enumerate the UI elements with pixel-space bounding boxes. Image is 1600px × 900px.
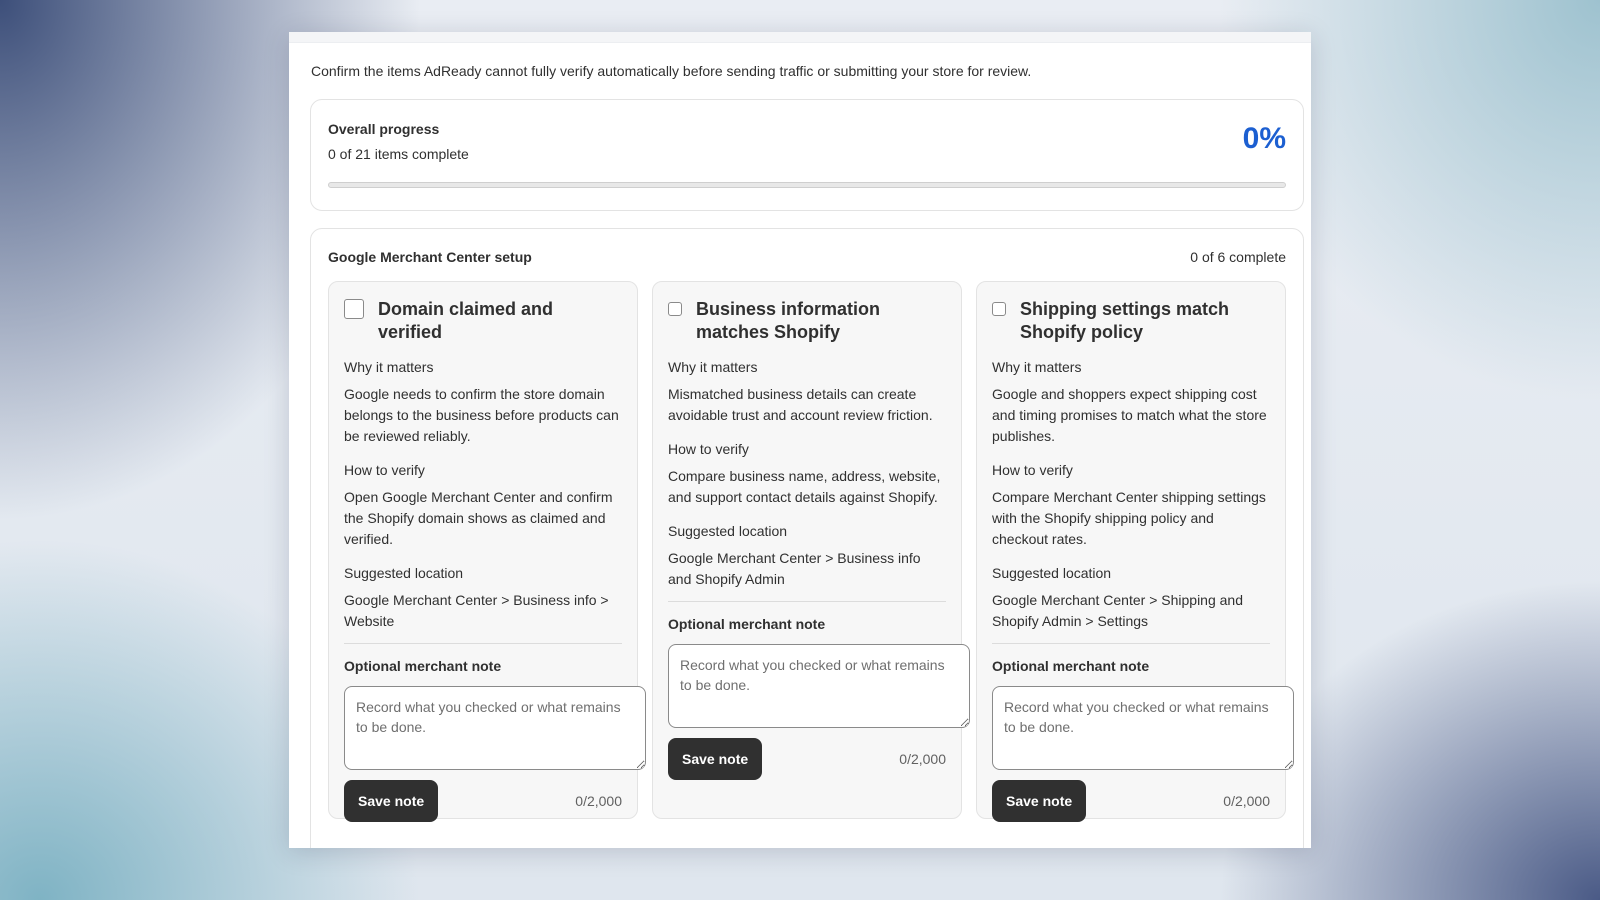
item-title: Shipping settings match Shopify policy <box>1020 299 1230 342</box>
progress-bar <box>328 182 1286 188</box>
save-note-button[interactable]: Save note <box>668 738 763 780</box>
character-counter: 0/2,000 <box>899 751 946 767</box>
why-label: Why it matters <box>344 359 434 375</box>
section-title: Google Merchant Center setup <box>328 249 532 265</box>
overall-progress-card: Overall progress 0 of 21 items complete … <box>310 99 1304 211</box>
checklist-item-shipping: Shipping settings match Shopify policy W… <box>976 281 1294 822</box>
how-text: Compare business name, address, website,… <box>668 468 941 505</box>
why-label: Why it matters <box>668 359 758 375</box>
why-label: Why it matters <box>992 359 1082 375</box>
intro-text: Confirm the items AdReady cannot fully v… <box>311 63 1032 79</box>
section-count: 0 of 6 complete <box>1190 249 1286 265</box>
note-label: Optional merchant note <box>668 616 826 632</box>
note-label: Optional merchant note <box>992 658 1150 674</box>
item-checkbox[interactable] <box>992 302 1006 316</box>
character-counter: 0/2,000 <box>1223 793 1270 809</box>
merchant-note-input[interactable] <box>344 686 646 770</box>
divider <box>992 643 1270 644</box>
how-label: How to verify <box>344 462 425 478</box>
how-label: How to verify <box>992 462 1073 478</box>
progress-count: 0 of 21 items complete <box>328 146 469 162</box>
location-label: Suggested location <box>992 565 1112 581</box>
checklist-item-domain: Domain claimed and verified Why it matte… <box>328 281 646 822</box>
location-text: Google Merchant Center > Shipping and Sh… <box>992 592 1243 629</box>
merchant-note-input[interactable] <box>668 644 970 728</box>
location-label: Suggested location <box>668 523 788 539</box>
item-title: Domain claimed and verified <box>378 299 554 342</box>
item-title: Business information matches Shopify <box>696 299 881 342</box>
window-top-edge <box>289 32 1311 43</box>
merchant-center-section: Google Merchant Center setup 0 of 6 comp… <box>310 228 1304 848</box>
note-label: Optional merchant note <box>344 658 502 674</box>
save-note-button[interactable]: Save note <box>344 780 439 822</box>
why-text: Google and shoppers expect shipping cost… <box>992 386 1267 444</box>
divider <box>668 601 946 602</box>
checklist-item-business-info: Business information matches Shopify Why… <box>652 281 970 819</box>
why-text: Google needs to confirm the store domain… <box>344 386 619 444</box>
location-label: Suggested location <box>344 565 464 581</box>
location-text: Google Merchant Center > Business info a… <box>668 550 921 587</box>
how-label: How to verify <box>668 441 749 457</box>
save-note-button[interactable]: Save note <box>992 780 1087 822</box>
character-counter: 0/2,000 <box>575 793 622 809</box>
how-text: Open Google Merchant Center and confirm … <box>344 489 613 547</box>
progress-percent: 0% <box>1242 122 1286 155</box>
merchant-note-input[interactable] <box>992 686 1294 770</box>
progress-title: Overall progress <box>328 121 440 137</box>
app-window: Confirm the items AdReady cannot fully v… <box>289 32 1311 848</box>
item-checkbox[interactable] <box>344 299 364 319</box>
divider <box>344 643 622 644</box>
location-text: Google Merchant Center > Business info >… <box>344 592 609 629</box>
item-checkbox[interactable] <box>668 302 682 316</box>
why-text: Mismatched business details can create a… <box>668 386 933 423</box>
how-text: Compare Merchant Center shipping setting… <box>992 489 1266 547</box>
